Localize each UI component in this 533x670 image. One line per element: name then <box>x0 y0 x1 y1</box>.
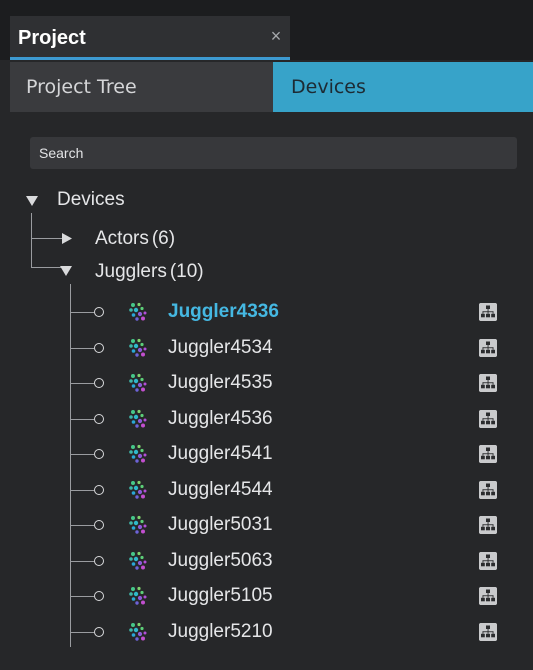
device-row-juggler4536[interactable]: Juggler4536 <box>60 402 520 438</box>
network-topology-icon[interactable] <box>479 552 497 570</box>
device-name: Juggler5210 <box>168 621 273 642</box>
tree-group-jugglers[interactable]: Jugglers (10) <box>95 260 204 284</box>
device-row-juggler4336[interactable]: Juggler4336 <box>60 295 520 331</box>
tree-node-circle-icon <box>94 307 104 317</box>
tree-connector-line <box>70 454 94 455</box>
tree-node-circle-icon <box>94 343 104 353</box>
juggler-device-icon <box>129 302 147 321</box>
juggler-device-icon <box>129 338 147 357</box>
tree-connector-line <box>70 525 94 526</box>
tree-connector-line <box>70 419 94 420</box>
group-label: Jugglers <box>95 261 167 282</box>
panel-titlebar: Project × <box>0 0 533 60</box>
network-topology-icon[interactable] <box>479 587 497 605</box>
device-name: Juggler4534 <box>168 337 273 358</box>
network-topology-icon[interactable] <box>479 303 497 321</box>
juggler-device-icon <box>129 586 147 605</box>
tab-project-tree[interactable]: Project Tree <box>10 62 273 112</box>
tree-connector-line <box>70 632 94 633</box>
tree-connector-line <box>70 561 94 562</box>
juggler-device-icon <box>129 515 147 534</box>
tree-connector-line <box>70 312 94 313</box>
tree-group-actors[interactable]: Actors (6) <box>95 227 175 251</box>
device-row-juggler5210[interactable]: Juggler5210 <box>60 615 520 651</box>
tree-connector-line <box>70 348 94 349</box>
device-row-juggler4544[interactable]: Juggler4544 <box>60 473 520 509</box>
network-topology-icon[interactable] <box>479 410 497 428</box>
device-name: Juggler4535 <box>168 372 273 393</box>
close-icon[interactable]: × <box>268 26 284 46</box>
tree-node-circle-icon <box>94 627 104 637</box>
tree-connector-line <box>70 383 94 384</box>
tree-connector-line <box>31 267 62 268</box>
juggler-device-icon <box>129 480 147 499</box>
juggler-device-icon <box>129 551 147 570</box>
tree-node-circle-icon <box>94 556 104 566</box>
network-topology-icon[interactable] <box>479 374 497 392</box>
search-box[interactable] <box>30 137 517 169</box>
device-name: Juggler5105 <box>168 585 273 606</box>
tree-connector-line <box>70 490 94 491</box>
juggler-device-icon <box>129 409 147 428</box>
device-row-juggler5031[interactable]: Juggler5031 <box>60 508 520 544</box>
tree-node-circle-icon <box>94 485 104 495</box>
expand-arrow-down-icon[interactable] <box>60 266 72 276</box>
tree-node-circle-icon <box>94 378 104 388</box>
tree-connector-line <box>31 213 32 267</box>
device-row-juggler4541[interactable]: Juggler4541 <box>60 437 520 473</box>
juggler-device-icon <box>129 622 147 641</box>
juggler-device-icon <box>129 444 147 463</box>
network-topology-icon[interactable] <box>479 339 497 357</box>
device-name: Juggler4336 <box>168 301 279 322</box>
expand-arrow-down-icon[interactable] <box>26 196 38 206</box>
device-name: Juggler4544 <box>168 479 273 500</box>
project-panel: Project × Project Tree Devices Devices A… <box>0 0 533 670</box>
tree-root-devices[interactable]: Devices <box>57 188 125 212</box>
network-topology-icon[interactable] <box>479 481 497 499</box>
device-row-juggler4535[interactable]: Juggler4535 <box>60 366 520 402</box>
network-topology-icon[interactable] <box>479 445 497 463</box>
tree-node-circle-icon <box>94 414 104 424</box>
tree-node-circle-icon <box>94 449 104 459</box>
device-row-juggler5105[interactable]: Juggler5105 <box>60 579 520 615</box>
project-panel-tab[interactable]: Project × <box>10 16 290 60</box>
device-name: Juggler4541 <box>168 443 273 464</box>
device-name: Juggler4536 <box>168 408 273 429</box>
device-name: Juggler5031 <box>168 514 273 535</box>
search-input[interactable] <box>30 137 517 169</box>
device-row-juggler4534[interactable]: Juggler4534 <box>60 331 520 367</box>
network-topology-icon[interactable] <box>479 516 497 534</box>
juggler-device-icon <box>129 373 147 392</box>
view-tabs: Project Tree Devices <box>10 62 533 112</box>
panel-title: Project <box>18 27 86 49</box>
group-count: (10) <box>169 261 204 282</box>
network-topology-icon[interactable] <box>479 623 497 641</box>
device-row-juggler5063[interactable]: Juggler5063 <box>60 544 520 580</box>
tree-connector-line <box>31 238 62 239</box>
tree-node-circle-icon <box>94 591 104 601</box>
tree-connector-line <box>70 596 94 597</box>
tree-node-circle-icon <box>94 520 104 530</box>
group-label: Actors <box>95 228 149 249</box>
tab-devices[interactable]: Devices <box>273 62 533 112</box>
expand-arrow-right-icon[interactable] <box>62 233 72 244</box>
device-name: Juggler5063 <box>168 550 273 571</box>
group-count: (6) <box>151 228 176 249</box>
